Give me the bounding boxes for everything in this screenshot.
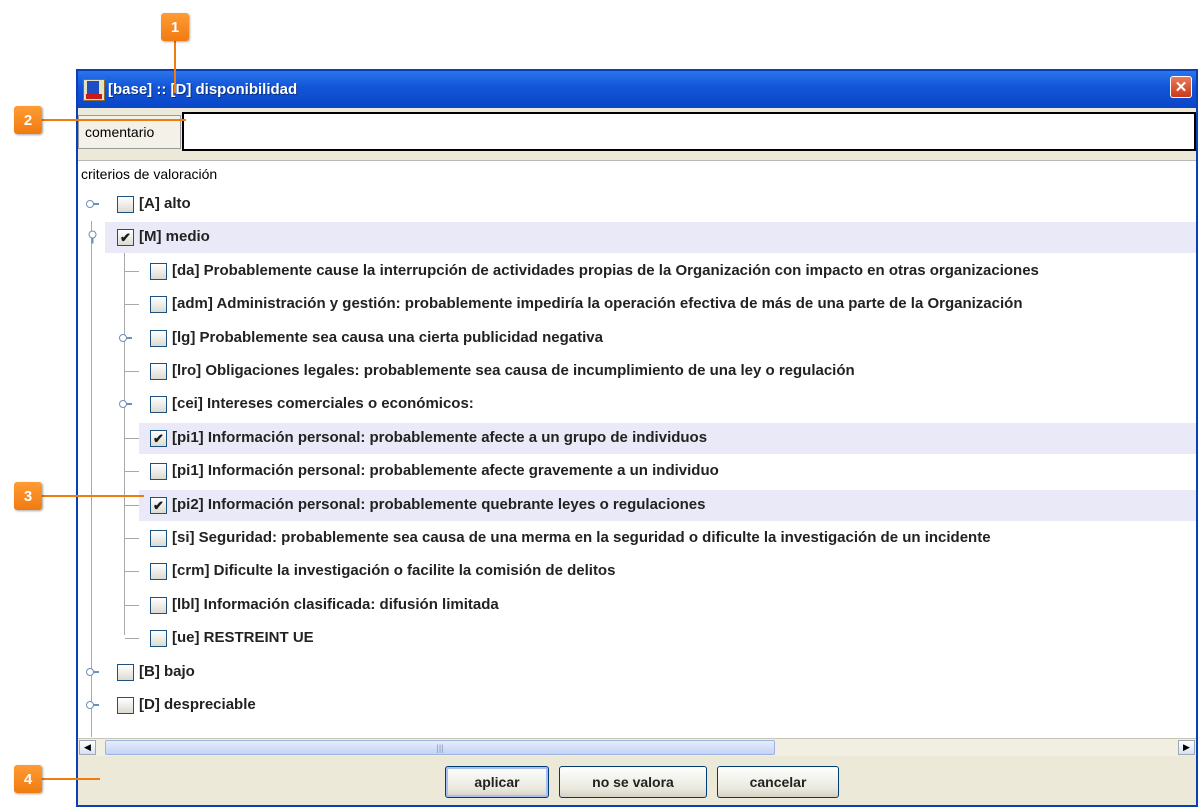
arrow-left-icon: ◀ bbox=[84, 742, 91, 752]
checkbox[interactable] bbox=[150, 363, 167, 380]
collapsed-handle-icon[interactable] bbox=[86, 701, 99, 709]
tree-node-label: [D] despreciable bbox=[139, 696, 256, 713]
tree-node[interactable]: [lbl] Información clasificada: difusión … bbox=[78, 590, 1196, 621]
tree-node-label: [pi1] Información personal: probablement… bbox=[172, 428, 708, 446]
close-icon: ✕ bbox=[1174, 78, 1188, 96]
tree-node-label: [A] alto bbox=[139, 195, 191, 212]
collapsed-handle-icon[interactable] bbox=[119, 333, 132, 342]
comment-row: comentario bbox=[78, 108, 1196, 154]
check-mark-icon: ✔ bbox=[153, 430, 164, 446]
collapsed-handle-icon[interactable] bbox=[119, 400, 132, 409]
tree-node-label: [B] bajo bbox=[139, 662, 195, 680]
checkbox[interactable] bbox=[117, 697, 134, 714]
not-valued-button[interactable]: no se valora bbox=[559, 766, 707, 798]
checkbox[interactable] bbox=[150, 296, 167, 314]
tree-node[interactable]: [A] alto bbox=[78, 189, 1196, 220]
tree-node[interactable]: [D] despreciable bbox=[78, 690, 1196, 721]
tree-node-selected[interactable]: ✔ [M] medio bbox=[88, 222, 1196, 254]
checkbox[interactable] bbox=[150, 530, 167, 547]
checkbox[interactable] bbox=[117, 196, 134, 213]
tree-node[interactable]: [cei] Intereses comerciales o económicos… bbox=[78, 389, 1196, 420]
tree-connector-line bbox=[125, 604, 139, 606]
tree-connector-line bbox=[125, 437, 139, 439]
callout-2: 2 bbox=[14, 106, 42, 134]
checkbox[interactable]: ✔ bbox=[150, 496, 167, 514]
tree-node[interactable]: [B] bajo bbox=[78, 657, 1196, 688]
tree-node-label: [cei] Intereses comerciales o económicos… bbox=[172, 395, 474, 413]
checkbox[interactable]: ✔ bbox=[150, 429, 167, 447]
callout-1-line bbox=[174, 41, 176, 93]
criteria-tree: criterios de valoración [A] alto ✔ [M] med… bbox=[78, 160, 1196, 739]
apply-button[interactable]: aplicar bbox=[445, 766, 549, 798]
tree-node-label: [pi2] Información personal: probablement… bbox=[172, 495, 706, 513]
tree-node-label: [lro] Obligaciones legales: probablement… bbox=[172, 362, 855, 379]
horizontal-scrollbar[interactable]: ◀ ||| ▶ bbox=[78, 738, 1196, 756]
callout-3: 3 bbox=[14, 482, 42, 510]
button-bar: aplicar no se valora cancelar bbox=[78, 759, 1196, 805]
tree-node-label: [adm] Administración y gestión: probable… bbox=[172, 295, 1023, 313]
cancel-button[interactable]: cancelar bbox=[717, 766, 839, 798]
checkbox[interactable] bbox=[150, 396, 167, 414]
window-title: [base] :: [D] disponibilidad bbox=[108, 81, 298, 98]
tree-node-label: [crm] Dificulte la investigación o facil… bbox=[172, 562, 616, 580]
tree-node[interactable]: [adm] Administración y gestión: probable… bbox=[78, 289, 1196, 320]
app-logo-icon bbox=[83, 78, 105, 101]
tree-node-label: [si] Seguridad: probablemente sea causa … bbox=[172, 529, 991, 546]
tree-connector-line bbox=[125, 638, 139, 640]
check-mark-icon: ✔ bbox=[120, 230, 131, 246]
tree-node[interactable]: [lro] Obligaciones legales: probablement… bbox=[78, 356, 1196, 387]
checkbox[interactable] bbox=[150, 463, 167, 481]
tree-node-label: [ue] RESTREINT UE bbox=[172, 629, 314, 647]
tree-node[interactable]: [lg] Probablemente sea causa una cierta … bbox=[78, 323, 1196, 354]
tree-connector-line bbox=[125, 571, 139, 573]
checkbox[interactable] bbox=[150, 329, 167, 347]
tree-node[interactable]: [da] Probablemente cause la interrupción… bbox=[78, 256, 1196, 287]
arrow-right-icon: ▶ bbox=[1183, 742, 1190, 752]
collapsed-handle-icon[interactable] bbox=[86, 667, 99, 676]
tree-connector-line bbox=[125, 471, 139, 473]
tree-node-label: [pi1] Información personal: probablement… bbox=[172, 462, 719, 480]
grip-icon: ||| bbox=[436, 742, 444, 753]
scroll-right-button[interactable]: ▶ bbox=[1178, 740, 1195, 755]
tree-heading: criterios de valoración bbox=[81, 166, 218, 182]
tree-node-label: [da] Probablemente cause la interrupción… bbox=[172, 261, 1039, 279]
tree-node[interactable]: [si] Seguridad: probablemente sea causa … bbox=[78, 523, 1196, 554]
callout-4: 4 bbox=[14, 765, 42, 793]
callout-4-line bbox=[42, 778, 100, 780]
checkbox[interactable] bbox=[150, 262, 167, 280]
checkbox[interactable] bbox=[117, 663, 134, 681]
checkbox[interactable]: ✔ bbox=[117, 229, 134, 247]
tree-node-label: [M] medio bbox=[139, 228, 210, 246]
scroll-left-button[interactable]: ◀ bbox=[79, 740, 96, 755]
checkbox[interactable] bbox=[150, 630, 167, 648]
callout-2-line bbox=[42, 119, 186, 121]
scroll-thumb[interactable]: ||| bbox=[105, 740, 775, 755]
tree-connector-line bbox=[125, 504, 139, 506]
dialog-window: [base] :: [D] disponibilidad ✕ comentari… bbox=[76, 69, 1198, 807]
close-button[interactable]: ✕ bbox=[1170, 76, 1192, 98]
comment-input[interactable] bbox=[182, 112, 1196, 151]
checkbox[interactable] bbox=[150, 563, 167, 581]
title-bar[interactable]: [base] :: [D] disponibilidad ✕ bbox=[78, 71, 1196, 108]
tree-connector-line bbox=[125, 538, 139, 539]
checkbox[interactable] bbox=[150, 596, 167, 614]
tree-node[interactable]: [crm] Dificulte la investigación o facil… bbox=[78, 556, 1196, 587]
callout-3-line bbox=[42, 495, 144, 497]
tree-node[interactable]: [pi1] Información personal: probablement… bbox=[78, 456, 1196, 487]
tree-node-selected[interactable]: ✔ [pi2] Información personal: probablemen… bbox=[125, 489, 1196, 521]
callout-1: 1 bbox=[161, 13, 189, 41]
tree-node-label: [lg] Probablemente sea causa una cierta … bbox=[172, 328, 603, 346]
collapsed-handle-icon[interactable] bbox=[86, 200, 99, 208]
tree-connector-line bbox=[125, 304, 139, 306]
expanded-handle-icon[interactable] bbox=[88, 230, 97, 244]
tree-node[interactable]: [ue] RESTREINT UE bbox=[78, 623, 1196, 654]
tree-connector-line bbox=[125, 371, 139, 372]
tree-node-label: [lbl] Información clasificada: difusión … bbox=[172, 595, 499, 613]
tree-connector-line bbox=[125, 270, 139, 272]
tree-node-selected[interactable]: ✔ [pi1] Información personal: probablemen… bbox=[125, 422, 1196, 454]
check-mark-icon: ✔ bbox=[153, 497, 164, 513]
